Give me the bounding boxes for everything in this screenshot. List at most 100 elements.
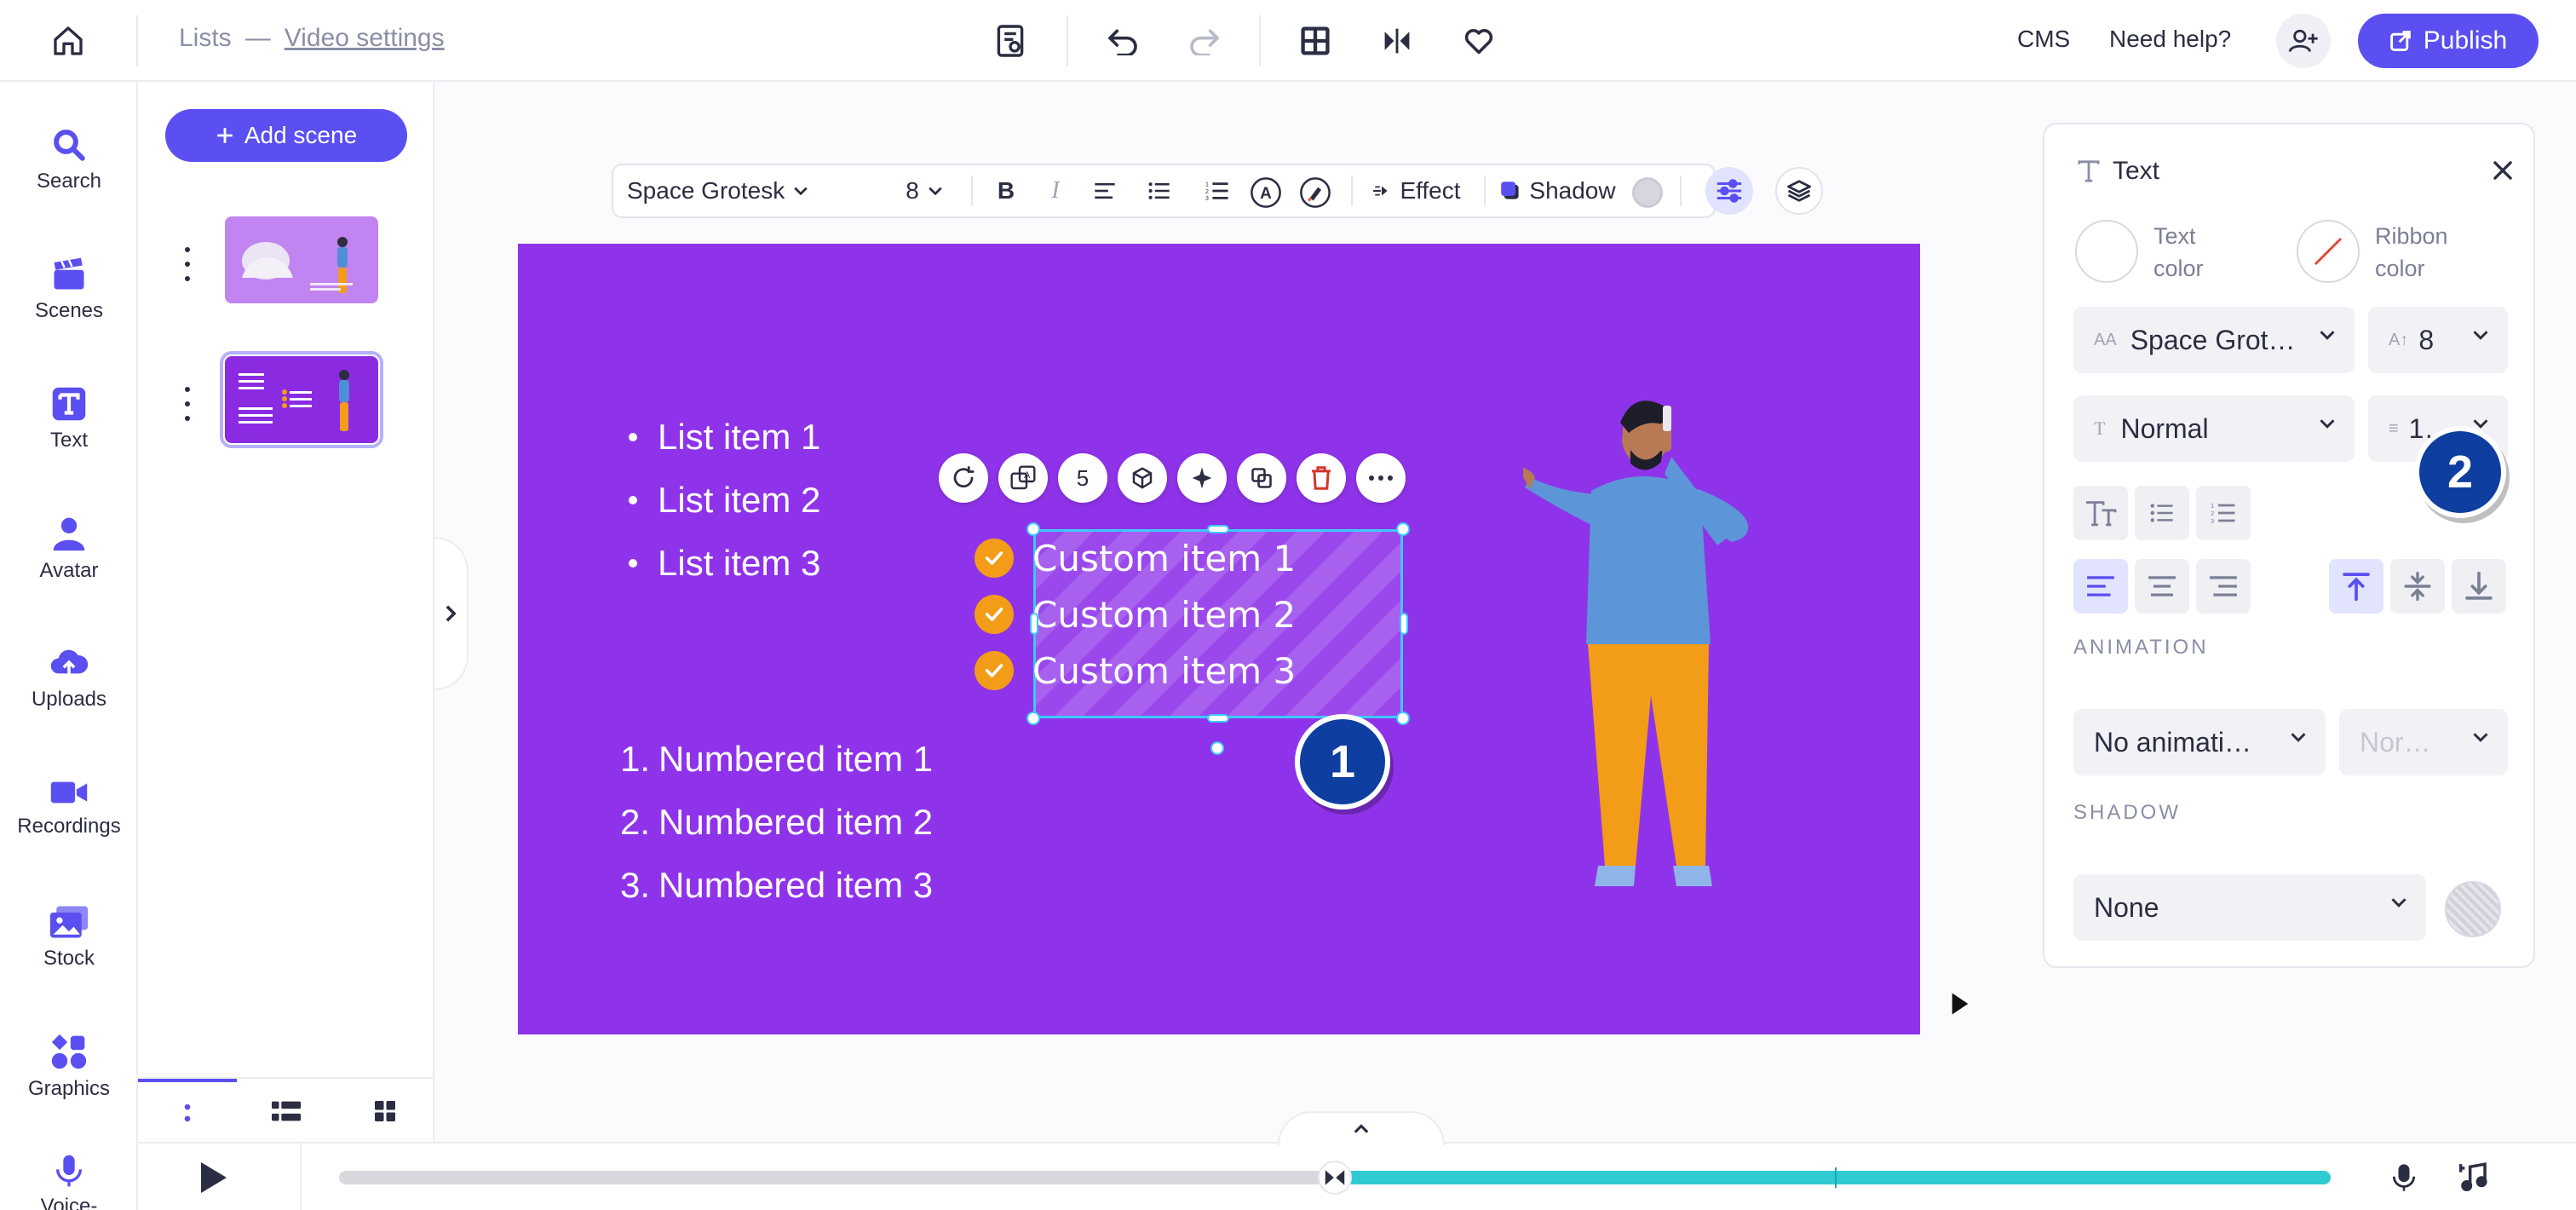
video-settings-link[interactable]: Video settings xyxy=(285,24,445,52)
custom-check-list[interactable]: Custom item 1 Custom item 2 Custom item … xyxy=(975,530,1296,699)
animation-dropdown[interactable]: No animati… xyxy=(2073,709,2326,775)
redo-icon[interactable] xyxy=(1181,19,1228,63)
shadow-color-swatch[interactable] xyxy=(2445,881,2501,937)
font-size-value: 8 xyxy=(906,177,919,204)
numbered-list-icon[interactable]: 123 xyxy=(2196,486,2251,540)
cms-link[interactable]: CMS xyxy=(2017,26,2070,53)
play-scene-icon[interactable] xyxy=(1951,992,1975,1021)
align-top-icon[interactable] xyxy=(2329,559,2383,614)
rail-item-stock[interactable]: Stock xyxy=(0,886,138,988)
italic-icon[interactable]: I xyxy=(1034,165,1077,216)
resize-handle[interactable] xyxy=(1396,712,1410,725)
text-color-swatch[interactable] xyxy=(2075,220,2138,283)
ribbon-color-swatch[interactable] xyxy=(2297,220,2360,283)
shadow-button[interactable]: Shadow xyxy=(1496,165,1620,216)
resize-handle[interactable] xyxy=(1396,522,1410,536)
resize-handle[interactable] xyxy=(1030,613,1038,635)
more-options-icon[interactable] xyxy=(177,387,198,421)
rail-item-voice[interactable]: Voice- xyxy=(0,1145,138,1210)
shadow-dropdown[interactable]: None xyxy=(2073,874,2426,941)
resize-handle[interactable] xyxy=(1026,522,1040,536)
font-family-select[interactable]: Space Grotesk xyxy=(627,165,831,216)
font-size-select[interactable]: 8 xyxy=(894,165,954,216)
align-right-icon[interactable] xyxy=(2196,559,2251,614)
resize-handle[interactable] xyxy=(1207,714,1229,723)
animation-speed-dropdown[interactable]: Nor… xyxy=(2339,709,2508,775)
rail-item-recordings[interactable]: Recordings xyxy=(0,757,138,859)
numbered-list-icon[interactable]: 123 xyxy=(1196,165,1239,216)
bullet-list[interactable]: List item 1 List item 2 List item 3 xyxy=(629,406,820,595)
rail-label: Scenes xyxy=(34,299,104,322)
close-icon[interactable] xyxy=(2487,155,2518,186)
text-color-icon[interactable]: A xyxy=(1242,169,1290,216)
rail-item-text[interactable]: Text xyxy=(0,368,138,470)
scene-thumbnail[interactable] xyxy=(225,216,378,303)
list-view-icon xyxy=(272,1101,301,1121)
font-size-dropdown[interactable]: A↑ 8 xyxy=(2368,307,2508,373)
collapse-panel-handle[interactable] xyxy=(434,537,469,690)
breadcrumb-root[interactable]: Lists xyxy=(179,24,232,52)
resize-fit-icon[interactable] xyxy=(1237,453,1286,503)
save-template-icon[interactable] xyxy=(986,19,1034,63)
rail-item-graphics[interactable]: Graphics xyxy=(0,1016,138,1118)
chevron-down-icon xyxy=(2291,733,2306,742)
bold-icon[interactable]: B xyxy=(985,165,1027,216)
resize-handle[interactable] xyxy=(1400,613,1408,635)
numbered-list[interactable]: 1. Numbered item 1 2. Numbered item 2 3. Nu… xyxy=(620,728,933,917)
favorite-heart-icon[interactable] xyxy=(1455,19,1503,63)
microphone-icon[interactable] xyxy=(2385,1159,2423,1196)
tab-list-view[interactable] xyxy=(237,1079,336,1144)
undo-icon[interactable] xyxy=(1099,19,1147,63)
scene-item[interactable] xyxy=(172,216,411,310)
add-scene-button[interactable]: Add scene xyxy=(165,109,407,162)
scene-item-active[interactable] xyxy=(172,351,411,450)
bullet-list-icon[interactable] xyxy=(2135,486,2189,540)
replace-icon[interactable] xyxy=(939,453,988,503)
delete-icon[interactable] xyxy=(1297,453,1346,503)
shadow-color-swatch[interactable] xyxy=(1624,169,1671,216)
magic-cube-icon[interactable] xyxy=(1118,453,1167,503)
add-user-button[interactable] xyxy=(2276,14,2331,68)
music-note-icon[interactable] xyxy=(2457,1159,2494,1196)
rail-item-uploads[interactable]: Uploads xyxy=(0,627,138,729)
grid-layout-icon[interactable] xyxy=(1291,19,1339,63)
expand-timeline-tab[interactable] xyxy=(1278,1111,1445,1145)
font-weight-dropdown[interactable]: T Normal xyxy=(2073,395,2355,462)
more-options-icon[interactable] xyxy=(177,247,198,281)
swap-style-icon[interactable]: A xyxy=(998,453,1048,503)
tab-compact-view[interactable] xyxy=(138,1079,237,1144)
need-help-link[interactable]: Need help? xyxy=(2109,26,2231,53)
play-icon[interactable] xyxy=(198,1161,232,1195)
align-middle-icon[interactable] xyxy=(2390,559,2445,614)
rail-item-search[interactable]: Search xyxy=(0,109,138,211)
scene-thumbnail[interactable] xyxy=(220,351,383,448)
align-bottom-icon[interactable] xyxy=(2452,559,2506,614)
scene-canvas[interactable]: List item 1 List item 2 List item 3 1. Nu… xyxy=(518,244,1920,1034)
timeline-scrubber[interactable] xyxy=(1318,1161,1352,1195)
divider xyxy=(300,1144,302,1210)
home-icon[interactable] xyxy=(41,19,95,63)
align-left-icon[interactable] xyxy=(2073,559,2128,614)
highlight-color-icon[interactable] xyxy=(1291,169,1339,216)
effect-button[interactable]: Effect xyxy=(1363,165,1470,216)
tab-grid-view[interactable] xyxy=(336,1079,434,1144)
animation-count[interactable]: 5 xyxy=(1058,453,1107,503)
flip-icon[interactable] xyxy=(1373,19,1421,63)
resize-handle[interactable] xyxy=(1207,525,1229,533)
chevron-up-icon xyxy=(1354,1124,1369,1133)
align-center-icon[interactable] xyxy=(2135,559,2189,614)
ai-sparkle-icon[interactable] xyxy=(1177,453,1227,503)
rail-item-scenes[interactable]: Scenes xyxy=(0,239,138,341)
settings-sliders-icon[interactable] xyxy=(1705,167,1753,215)
publish-button[interactable]: Publish xyxy=(2358,14,2539,68)
more-options-icon[interactable] xyxy=(1356,453,1406,503)
divider xyxy=(1259,15,1261,66)
text-style-icon[interactable] xyxy=(2073,486,2128,540)
font-family-dropdown[interactable]: AA Space Grot… xyxy=(2073,307,2355,373)
rail-item-avatar[interactable]: Avatar xyxy=(0,498,138,600)
bullet-list-icon[interactable] xyxy=(1138,165,1181,216)
layers-icon[interactable] xyxy=(1775,167,1823,215)
align-left-icon[interactable] xyxy=(1084,165,1126,216)
rotate-handle[interactable] xyxy=(1210,741,1224,755)
resize-handle[interactable] xyxy=(1026,712,1040,725)
